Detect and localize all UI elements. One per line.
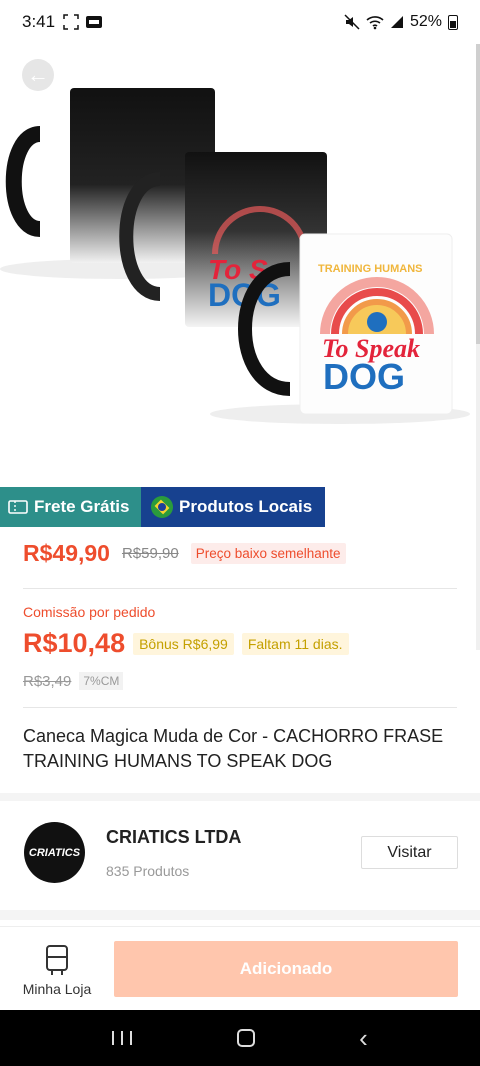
bonus-chip: Bônus R$6,99	[133, 632, 234, 655]
back-arrow-icon: ←	[27, 62, 49, 87]
divider	[23, 707, 457, 708]
my-store-label: Minha Loja	[22, 981, 92, 997]
nav-back-icon[interactable]: ‹	[359, 1025, 368, 1051]
brazil-flag-icon	[151, 496, 173, 518]
my-store-tab[interactable]: Minha Loja	[12, 945, 102, 997]
commission-rate-row: R$3,49 7%CM	[23, 672, 124, 690]
scrollbar-thumb[interactable]	[476, 44, 480, 344]
added-button[interactable]: Adicionado	[114, 941, 458, 997]
free-shipping-label: Frete Grátis	[34, 497, 130, 516]
price-row: R$49,90 R$59,90 Preço baixo semelhante	[23, 540, 346, 567]
local-products-badge: Produtos Locais	[141, 487, 325, 527]
home-icon[interactable]	[236, 1029, 255, 1047]
scrollbar[interactable]	[476, 44, 480, 650]
price-tag: Preço baixo semelhante	[190, 543, 346, 564]
divider	[23, 588, 457, 589]
commission-label: Comissão por pedido	[23, 604, 156, 620]
bottom-action-bar: Minha Loja Adicionado	[0, 926, 480, 1010]
section-separator	[0, 793, 480, 801]
section-separator	[0, 910, 480, 920]
visit-shop-button[interactable]: Visitar	[361, 836, 458, 869]
shop-logo[interactable]: CRIATICS	[24, 822, 85, 883]
ticket-icon	[8, 500, 28, 514]
status-time: 3:41	[22, 12, 56, 31]
commission-value: R$10,48	[23, 628, 126, 658]
mug-text-dog: DOG	[323, 356, 405, 397]
local-products-label: Produtos Locais	[179, 497, 313, 516]
battery-icon	[448, 14, 458, 30]
mug-illustration: To S DOG TRAINING HUMANS To Speak DOG	[0, 88, 470, 424]
battery-percent: 52%	[409, 13, 442, 30]
current-price: R$49,90	[23, 540, 110, 566]
shop-name[interactable]: CRIATICS LTDA	[106, 827, 241, 848]
old-commission: R$3,49	[23, 672, 72, 690]
store-icon	[46, 945, 68, 975]
recent-apps-icon[interactable]	[112, 1031, 133, 1045]
commission-row: R$10,48 Bônus R$6,99 Faltam 11 dias.	[23, 628, 349, 659]
original-price: R$59,90	[121, 545, 179, 562]
back-button[interactable]: ←	[22, 59, 54, 91]
commission-rate: 7%CM	[79, 672, 124, 690]
notification-icon	[86, 16, 103, 28]
shipping-badges: Frete Grátis Produtos Locais	[0, 487, 325, 527]
mug-text-training: TRAINING HUMANS	[318, 263, 423, 275]
deadline-chip: Faltam 11 dias.	[241, 632, 349, 655]
shop-product-count: 835 Produtos	[106, 863, 190, 879]
mute-icon	[344, 14, 360, 30]
system-nav-bar: ‹	[0, 1010, 480, 1066]
status-bar: 3:41 52%	[0, 0, 480, 44]
product-title: Caneca Magica Muda de Cor - CACHORRO FRA…	[23, 726, 444, 771]
screenshot-icon	[63, 14, 79, 30]
product-image[interactable]: To S DOG TRAINING HUMANS To Speak DOG ←	[0, 44, 480, 488]
wifi-icon	[366, 16, 384, 30]
free-shipping-badge: Frete Grátis	[0, 487, 141, 527]
signal-icon	[390, 16, 403, 28]
